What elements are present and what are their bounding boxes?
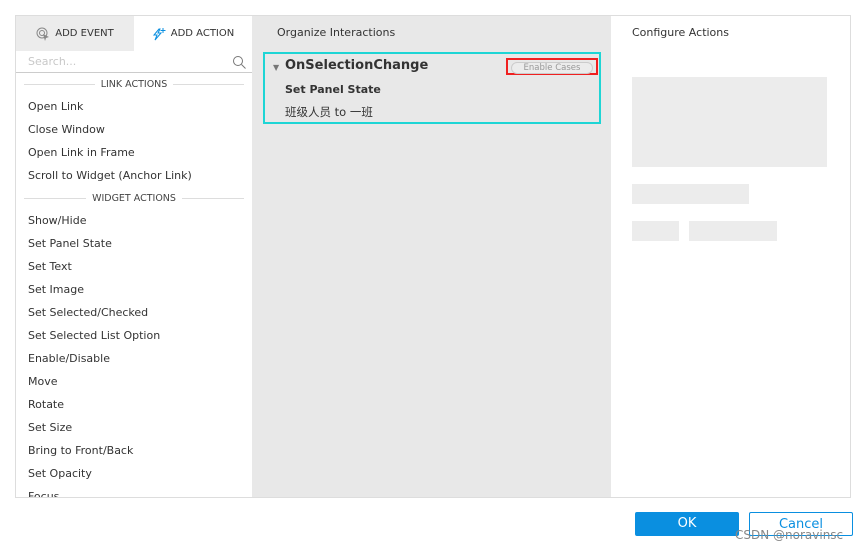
collapse-triangle-icon[interactable]: ▼ [273, 63, 279, 72]
action-item[interactable]: Scroll to Widget (Anchor Link) [16, 164, 252, 187]
action-item[interactable]: Focus [16, 485, 252, 497]
placeholder-line [689, 221, 777, 241]
action-item[interactable]: Rotate [16, 393, 252, 416]
configure-actions-panel: Configure Actions [611, 16, 850, 497]
event-block[interactable]: ▼ OnSelectionChange Enable Cases Set Pan… [263, 52, 601, 124]
placeholder-block [632, 77, 827, 167]
placeholder-line [632, 184, 749, 204]
action-item[interactable]: Enable/Disable [16, 347, 252, 370]
panel-title: Organize Interactions [277, 26, 396, 39]
tab-add-action[interactable]: ADD ACTION [134, 16, 252, 51]
placeholder-line [632, 221, 679, 241]
organize-interactions-panel: Organize Interactions ▼ OnSelectionChang… [252, 16, 611, 497]
action-item[interactable]: Set Panel State [16, 232, 252, 255]
action-item[interactable]: Set Opacity [16, 462, 252, 485]
section-header: LINK ACTIONS [16, 73, 252, 95]
action-item[interactable]: Set Selected/Checked [16, 301, 252, 324]
section-title: WIDGET ACTIONS [92, 192, 176, 204]
action-target[interactable]: 班级人员 to 一班 [285, 104, 373, 120]
action-item[interactable]: Set Text [16, 255, 252, 278]
watermark: CSDN @noravinsc [735, 528, 844, 542]
panel-title: Configure Actions [632, 26, 729, 39]
interaction-editor: ADD EVENT ADD ACTION LINK ACTIONS Open Li… [15, 15, 851, 498]
cursor-click-icon [36, 27, 50, 41]
action-item[interactable]: Open Link in Frame [16, 141, 252, 164]
section-header: WIDGET ACTIONS [16, 187, 252, 209]
search-input[interactable] [28, 55, 232, 68]
search-bar [16, 51, 252, 73]
action-item[interactable]: Close Window [16, 118, 252, 141]
tab-label: ADD ACTION [170, 28, 235, 39]
action-item[interactable]: Bring to Front/Back [16, 439, 252, 462]
action-item[interactable]: Show/Hide [16, 209, 252, 232]
action-item[interactable]: Open Link [16, 95, 252, 118]
action-item[interactable]: Set Size [16, 416, 252, 439]
section-title: LINK ACTIONS [100, 78, 168, 90]
tab-add-event[interactable]: ADD EVENT [16, 16, 134, 51]
action-item[interactable]: Set Selected List Option [16, 324, 252, 347]
action-name[interactable]: Set Panel State [285, 83, 381, 96]
enable-cases-button[interactable]: Enable Cases [511, 62, 593, 74]
annotation-highlight: Enable Cases [506, 58, 598, 75]
search-icon[interactable] [232, 55, 246, 69]
action-item[interactable]: Move [16, 370, 252, 393]
event-name: OnSelectionChange [285, 58, 429, 73]
tab-label: ADD EVENT [55, 28, 114, 39]
actions-panel: ADD EVENT ADD ACTION LINK ACTIONS Open Li… [16, 16, 252, 497]
ok-button[interactable]: OK [635, 512, 739, 536]
lightning-plus-icon [152, 27, 166, 40]
action-item[interactable]: Set Image [16, 278, 252, 301]
